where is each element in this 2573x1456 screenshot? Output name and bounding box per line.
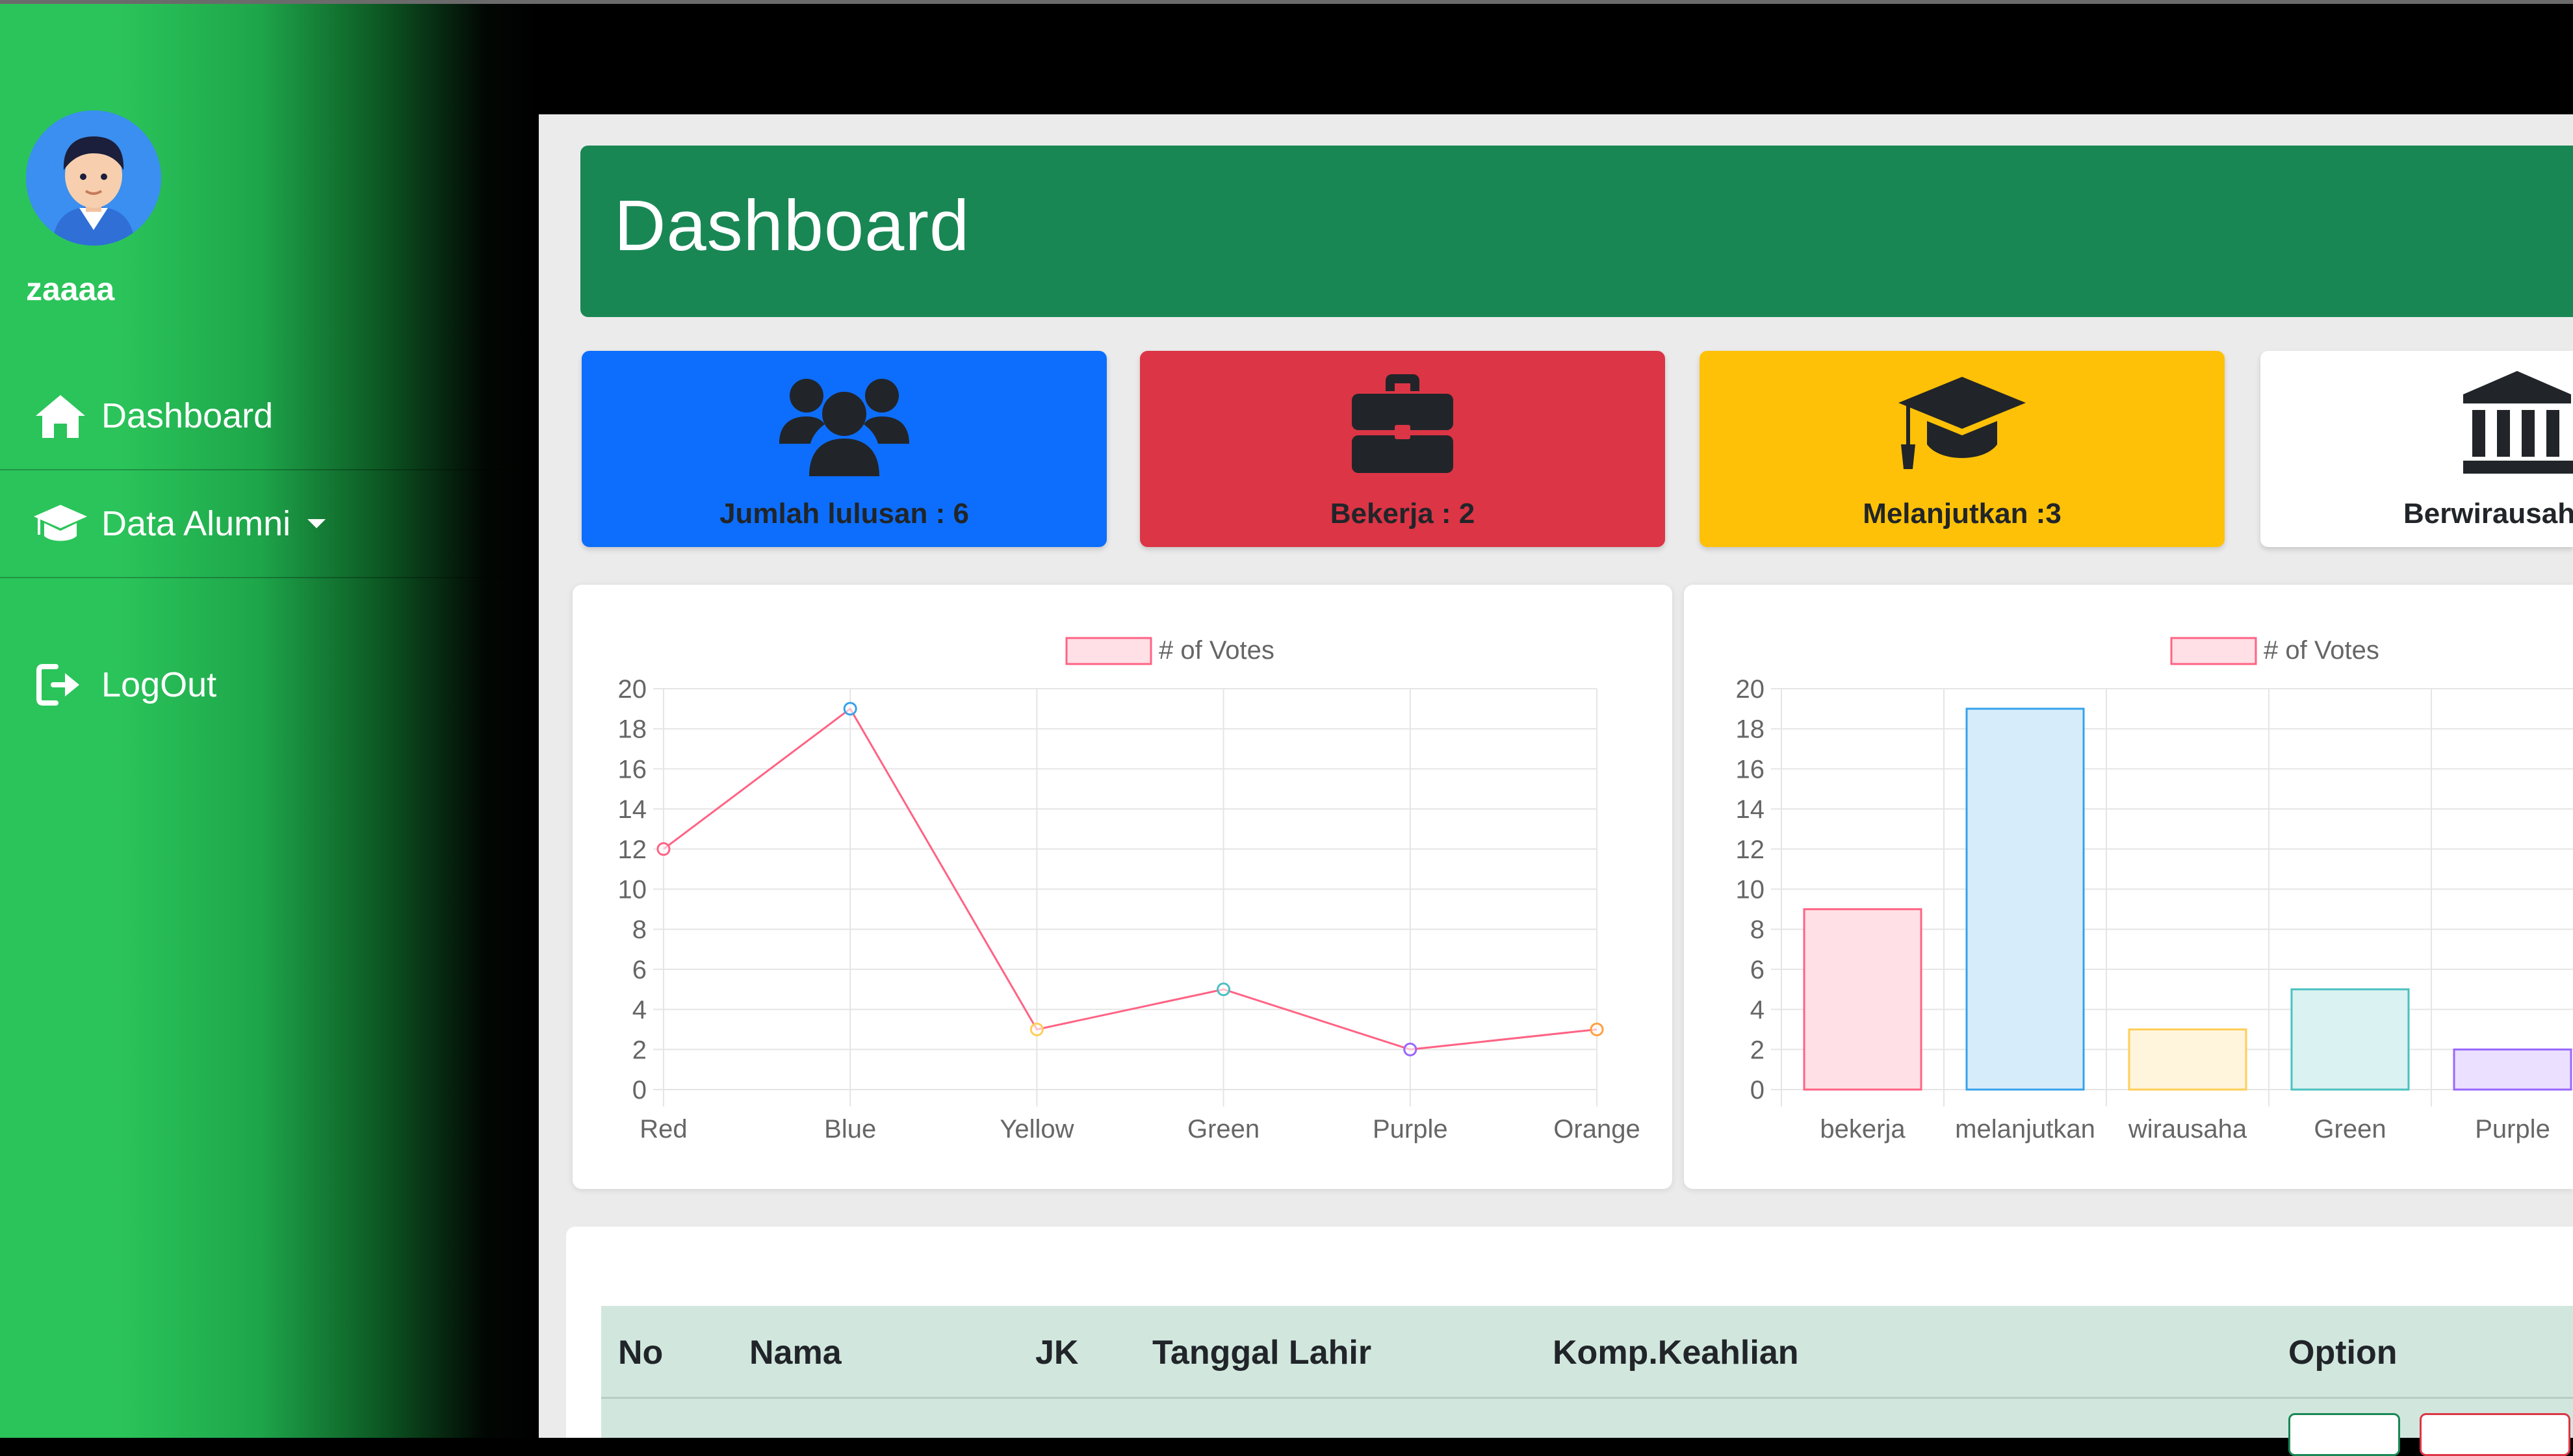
y-tick-label: 2 (1750, 1036, 1765, 1064)
data-point-yellow (1029, 1022, 1044, 1036)
bar-wirausaha (2128, 1028, 2247, 1091)
x-tick-label: Green (2314, 1115, 2386, 1143)
stat-card-label: Melanjutkan :3 (1863, 498, 2062, 530)
stat-card-label: Bekerja : 2 (1330, 498, 1475, 530)
x-tick-label: Orange (1553, 1115, 1640, 1143)
sidebar-item-data-alumni[interactable]: Data Alumni (0, 472, 539, 576)
bar-chart: # of Votes 0 2 4 6 8 10 12 14 16 18 20 bekerja melanj… (1736, 636, 2573, 1143)
institution-icon (2260, 365, 2573, 482)
legend-swatch (1065, 637, 1152, 665)
column-header-tanggal-lahir: Tanggal Lahir (1152, 1334, 1372, 1372)
stat-card-label: Jumlah lulusan : 6 (719, 498, 969, 530)
column-header-jk: JK (1035, 1334, 1079, 1372)
legend-swatch (2170, 637, 2257, 665)
y-tick-label: 8 (1750, 915, 1765, 944)
x-tick-label: bekerja (1820, 1115, 1906, 1143)
stat-card-label: Berwirausah (2403, 498, 2573, 530)
delete-button[interactable] (2420, 1413, 2570, 1456)
avatar-illustration (26, 110, 161, 246)
username: zaaaa (26, 271, 115, 307)
bar-chart-card: # of Votes 0 2 4 6 8 10 12 14 16 18 20 bekerja melanj… (1684, 585, 2573, 1189)
y-tick-label: 6 (632, 956, 647, 984)
y-tick-label: 10 (1736, 876, 1765, 904)
x-tick-label: Purple (2475, 1115, 2550, 1143)
y-tick-label: 14 (618, 795, 647, 824)
sidebar-item-dashboard[interactable]: Dashboard (0, 364, 539, 468)
y-tick-label: 0 (1750, 1076, 1765, 1105)
y-tick-label: 18 (618, 715, 647, 744)
home-icon (31, 387, 90, 445)
y-tick-label: 0 (632, 1076, 647, 1105)
alumni-table: No Nama JK Tanggal Lahir Komp.Keahlian O… (566, 1227, 2573, 1456)
data-point-purple (1403, 1042, 1417, 1056)
y-tick-label: 20 (618, 675, 647, 704)
stat-card-bekerja[interactable]: Bekerja : 2 (1140, 351, 1665, 547)
y-tick-label: 16 (1736, 755, 1765, 784)
y-tick-label: 12 (618, 836, 647, 864)
page-title: Dashboard (614, 186, 970, 266)
y-tick-label: 4 (1750, 996, 1765, 1025)
table-header-row: No Nama JK Tanggal Lahir Komp.Keahlian O… (601, 1306, 2573, 1399)
stat-card-berwirausaha[interactable]: Berwirausah (2260, 351, 2573, 547)
graduation-cap-icon (31, 494, 90, 553)
sidebar-item-logout[interactable]: LogOut (0, 633, 539, 737)
data-point-red (656, 842, 671, 856)
y-tick-label: 14 (1736, 795, 1765, 824)
y-tick-label: 6 (1750, 956, 1765, 984)
briefcase-icon (1140, 365, 1665, 482)
data-point-green (1217, 982, 1231, 997)
table-row (601, 1399, 2573, 1456)
sidebar-item-label: LogOut (101, 665, 217, 704)
column-header-no: No (618, 1334, 664, 1372)
y-tick-label: 16 (618, 755, 647, 784)
x-tick-label: Red (640, 1115, 687, 1143)
line-chart: # of Votes 0 2 4 6 8 10 12 14 16 18 20 Red Blue Yellow… (618, 636, 1640, 1143)
user-avatar[interactable] (26, 110, 161, 246)
stat-card-lulusan[interactable]: Jumlah lulusan : 6 (582, 351, 1107, 547)
y-tick-label: 10 (618, 876, 647, 904)
y-tick-label: 4 (632, 996, 647, 1025)
x-tick-label: Blue (824, 1115, 876, 1143)
data-point-blue (843, 702, 857, 716)
column-header-komp-keahlian: Komp.Keahlian (1553, 1334, 1799, 1372)
legend-label: # of Votes (1159, 636, 1274, 665)
x-tick-label: wirausaha (2128, 1115, 2247, 1143)
data-point-orange (1590, 1022, 1604, 1036)
sidebar-item-label: Data Alumni (101, 504, 291, 543)
x-tick-label: Purple (1373, 1115, 1448, 1143)
nav-divider (0, 577, 539, 578)
legend-label: # of Votes (2264, 636, 2379, 665)
y-tick-label: 2 (632, 1036, 647, 1064)
column-header-nama: Nama (749, 1334, 842, 1372)
bar-melanjutkan (1965, 708, 2085, 1091)
x-tick-label: melanjutkan (1955, 1115, 2095, 1143)
graduation-cap-icon (1700, 365, 2225, 482)
dashboard-header: Dashboard (580, 146, 2573, 317)
bar-purple (2453, 1048, 2572, 1091)
bar-green (2290, 988, 2410, 1091)
chevron-down-icon (307, 519, 326, 528)
main-content: Dashboard Jumlah lulusan : 6 Bekerja: 2… (539, 114, 2573, 1456)
logout-icon (31, 656, 90, 714)
x-tick-label: Yellow (1000, 1115, 1074, 1143)
nav-divider (0, 469, 539, 470)
x-tick-label: Green (1187, 1115, 1260, 1143)
sidebar-item-label: Dashboard (101, 396, 274, 435)
y-tick-label: 12 (1736, 836, 1765, 864)
line-chart-card: # of Votes 0 2 4 6 8 10 12 14 16 18 20 Red Blue Yellow… (573, 585, 1672, 1189)
series-line (663, 707, 1597, 1051)
bar-bekerja (1803, 908, 1922, 1091)
y-tick-label: 18 (1736, 715, 1765, 744)
y-tick-label: 8 (632, 915, 647, 944)
column-header-option: Option (2288, 1334, 2398, 1372)
sidebar: zaaaa Dashboard Data Alumni LogOut (0, 4, 539, 1438)
stat-card-melanjutkan[interactable]: Melanjutkan :3 (1700, 351, 2225, 547)
y-tick-label: 20 (1736, 675, 1765, 704)
edit-button[interactable] (2288, 1413, 2400, 1456)
users-icon (582, 365, 1107, 482)
